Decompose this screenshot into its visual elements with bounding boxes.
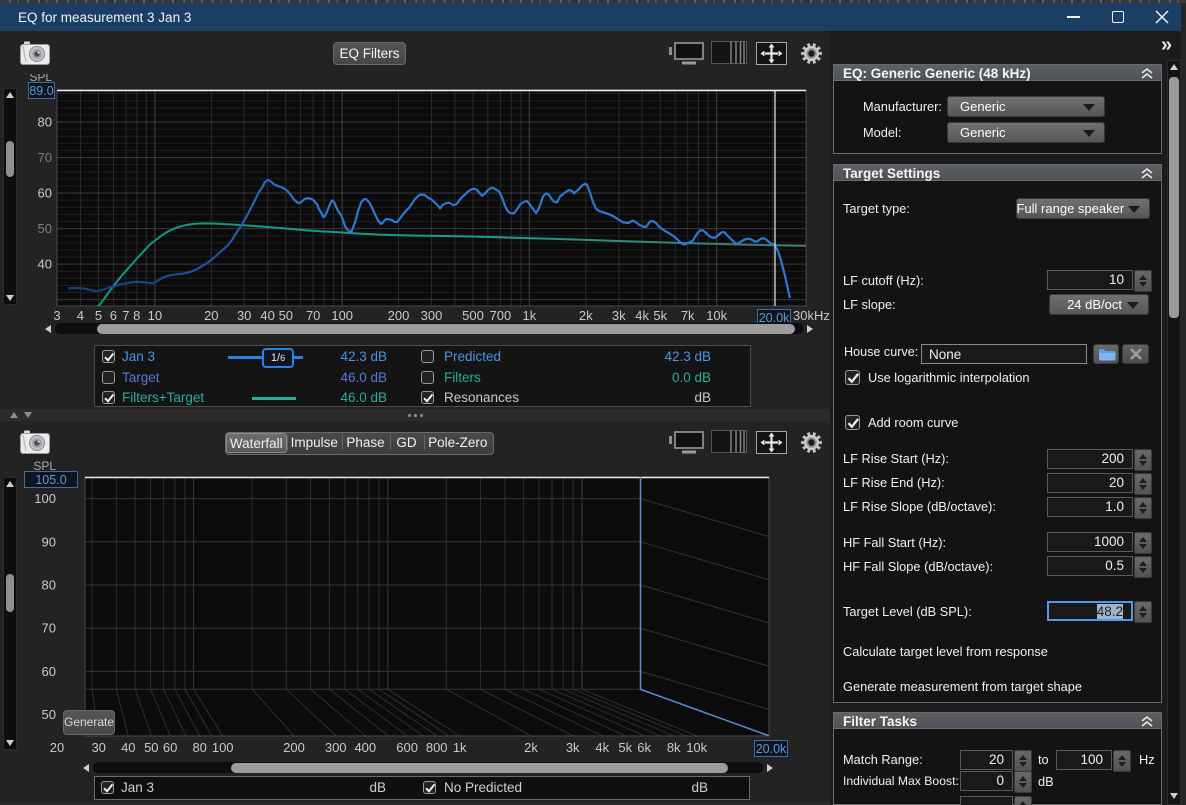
svg-text:6: 6 — [110, 308, 117, 323]
svg-text:8k: 8k — [667, 740, 681, 755]
svg-text:4: 4 — [77, 308, 84, 323]
svg-text:60: 60 — [38, 186, 52, 201]
svg-text:90: 90 — [42, 534, 56, 549]
svg-text:89.0: 89.0 — [29, 84, 53, 98]
svg-text:7: 7 — [122, 308, 129, 323]
svg-text:105.0: 105.0 — [35, 473, 66, 487]
svg-text:100: 100 — [34, 491, 56, 506]
svg-text:100: 100 — [212, 740, 234, 755]
svg-text:100: 100 — [331, 308, 353, 323]
svg-text:10: 10 — [148, 308, 162, 323]
svg-text:200: 200 — [388, 308, 410, 323]
svg-text:20.0k: 20.0k — [756, 742, 787, 756]
svg-text:70: 70 — [38, 150, 52, 165]
svg-text:5k: 5k — [653, 308, 667, 323]
svg-text:200: 200 — [283, 740, 305, 755]
svg-text:50: 50 — [144, 740, 158, 755]
svg-text:80: 80 — [192, 740, 206, 755]
svg-text:300: 300 — [421, 308, 443, 323]
svg-text:600: 600 — [396, 740, 418, 755]
svg-text:4k: 4k — [635, 308, 649, 323]
svg-text:400: 400 — [354, 740, 376, 755]
svg-text:60: 60 — [163, 740, 177, 755]
svg-text:7k: 7k — [681, 308, 695, 323]
svg-text:8: 8 — [133, 308, 140, 323]
svg-text:20: 20 — [50, 740, 64, 755]
svg-text:30: 30 — [237, 308, 251, 323]
svg-text:50: 50 — [279, 308, 293, 323]
svg-text:5k: 5k — [618, 740, 632, 755]
svg-text:1k: 1k — [523, 308, 537, 323]
svg-text:2k: 2k — [524, 740, 538, 755]
svg-text:300: 300 — [325, 740, 347, 755]
svg-text:2k: 2k — [579, 308, 593, 323]
svg-text:3: 3 — [53, 308, 60, 323]
svg-text:80: 80 — [38, 115, 52, 130]
svg-text:40: 40 — [260, 308, 274, 323]
svg-text:50: 50 — [38, 221, 52, 236]
svg-text:40: 40 — [38, 257, 52, 272]
svg-text:5: 5 — [95, 308, 102, 323]
svg-text:70: 70 — [42, 621, 56, 636]
svg-text:10k: 10k — [706, 308, 727, 323]
svg-text:50: 50 — [42, 707, 56, 722]
svg-text:30: 30 — [91, 740, 105, 755]
svg-text:40: 40 — [121, 740, 135, 755]
svg-text:6k: 6k — [637, 740, 651, 755]
svg-text:3k: 3k — [566, 740, 580, 755]
svg-text:500: 500 — [462, 308, 484, 323]
svg-text:1k: 1k — [453, 740, 467, 755]
svg-text:60: 60 — [42, 664, 56, 679]
svg-text:20: 20 — [204, 308, 218, 323]
svg-text:30kHz: 30kHz — [793, 308, 830, 323]
svg-text:80: 80 — [42, 578, 56, 593]
svg-text:700: 700 — [490, 308, 512, 323]
svg-text:4k: 4k — [595, 740, 609, 755]
svg-text:3k: 3k — [612, 308, 626, 323]
svg-text:800: 800 — [426, 740, 448, 755]
svg-text:70: 70 — [306, 308, 320, 323]
svg-text:10k: 10k — [686, 740, 707, 755]
